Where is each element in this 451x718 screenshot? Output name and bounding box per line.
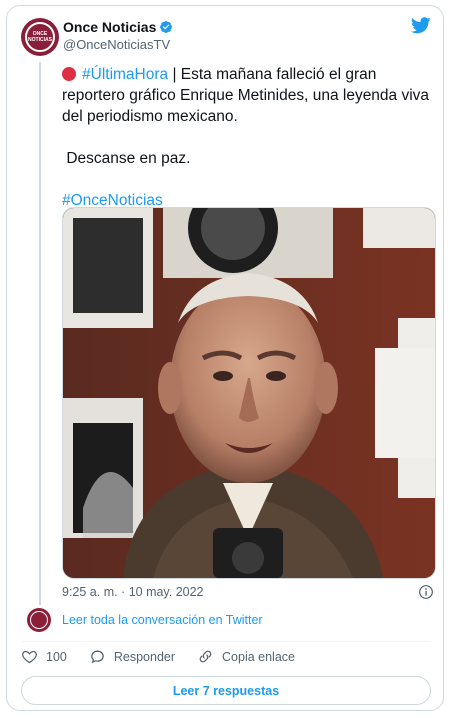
- verified-badge-icon: [160, 21, 173, 33]
- divider: [21, 641, 431, 642]
- thread-avatar-logo: [30, 611, 48, 629]
- info-icon[interactable]: [418, 584, 434, 600]
- heart-icon: [22, 650, 37, 664]
- reply-label: Responder: [113, 649, 176, 664]
- reply-button[interactable]: Responder: [89, 648, 175, 665]
- read-conversation-link[interactable]: Leer toda la conversación en Twitter: [62, 613, 263, 627]
- tweet-text: #ÚltimaHora | Esta mañana falleció el gr…: [62, 64, 434, 211]
- action-bar: 100 Responder Copia enlace: [21, 648, 317, 665]
- display-name[interactable]: Once Noticias: [63, 19, 156, 35]
- author-name-row: Once Noticias: [63, 19, 173, 35]
- tweet-photo[interactable]: [62, 207, 436, 579]
- photo-portrait-man: [63, 208, 435, 578]
- twitter-bird-icon[interactable]: [411, 17, 431, 34]
- hashtag-ultima-hora[interactable]: #ÚltimaHora: [82, 66, 168, 83]
- read-replies-label: Leer 7 respuestas: [172, 683, 280, 698]
- handle[interactable]: @OnceNoticiasTV: [63, 37, 170, 52]
- copy-link-label: Copia enlace: [222, 649, 295, 664]
- link-icon: [199, 650, 212, 663]
- avatar[interactable]: ONCE NOTICIAS: [21, 18, 59, 56]
- tweet-line-descanse: Descanse en paz.: [66, 150, 191, 167]
- red-circle-emoji-icon: [62, 67, 76, 81]
- like-button[interactable]: 100: [21, 648, 67, 665]
- like-count: 100: [46, 649, 67, 664]
- avatar-logo: ONCE NOTICIAS: [25, 22, 55, 52]
- tweet-meta-row: 9:25 a. m. · 10 may. 2022: [62, 585, 434, 599]
- copy-link-button[interactable]: Copia enlace: [197, 648, 295, 665]
- avatar-logo-text: ONCE NOTICIAS: [28, 31, 52, 43]
- tweet-timestamp[interactable]: 9:25 a. m. · 10 may. 2022: [62, 585, 204, 599]
- thread-avatar[interactable]: [27, 608, 51, 632]
- thread-line: [39, 62, 41, 605]
- tweet-card: ONCE NOTICIAS Once Noticias @OnceNoticia…: [6, 5, 444, 711]
- read-replies-button[interactable]: Leer 7 respuestas: [21, 676, 431, 705]
- speech-bubble-icon: [91, 650, 104, 663]
